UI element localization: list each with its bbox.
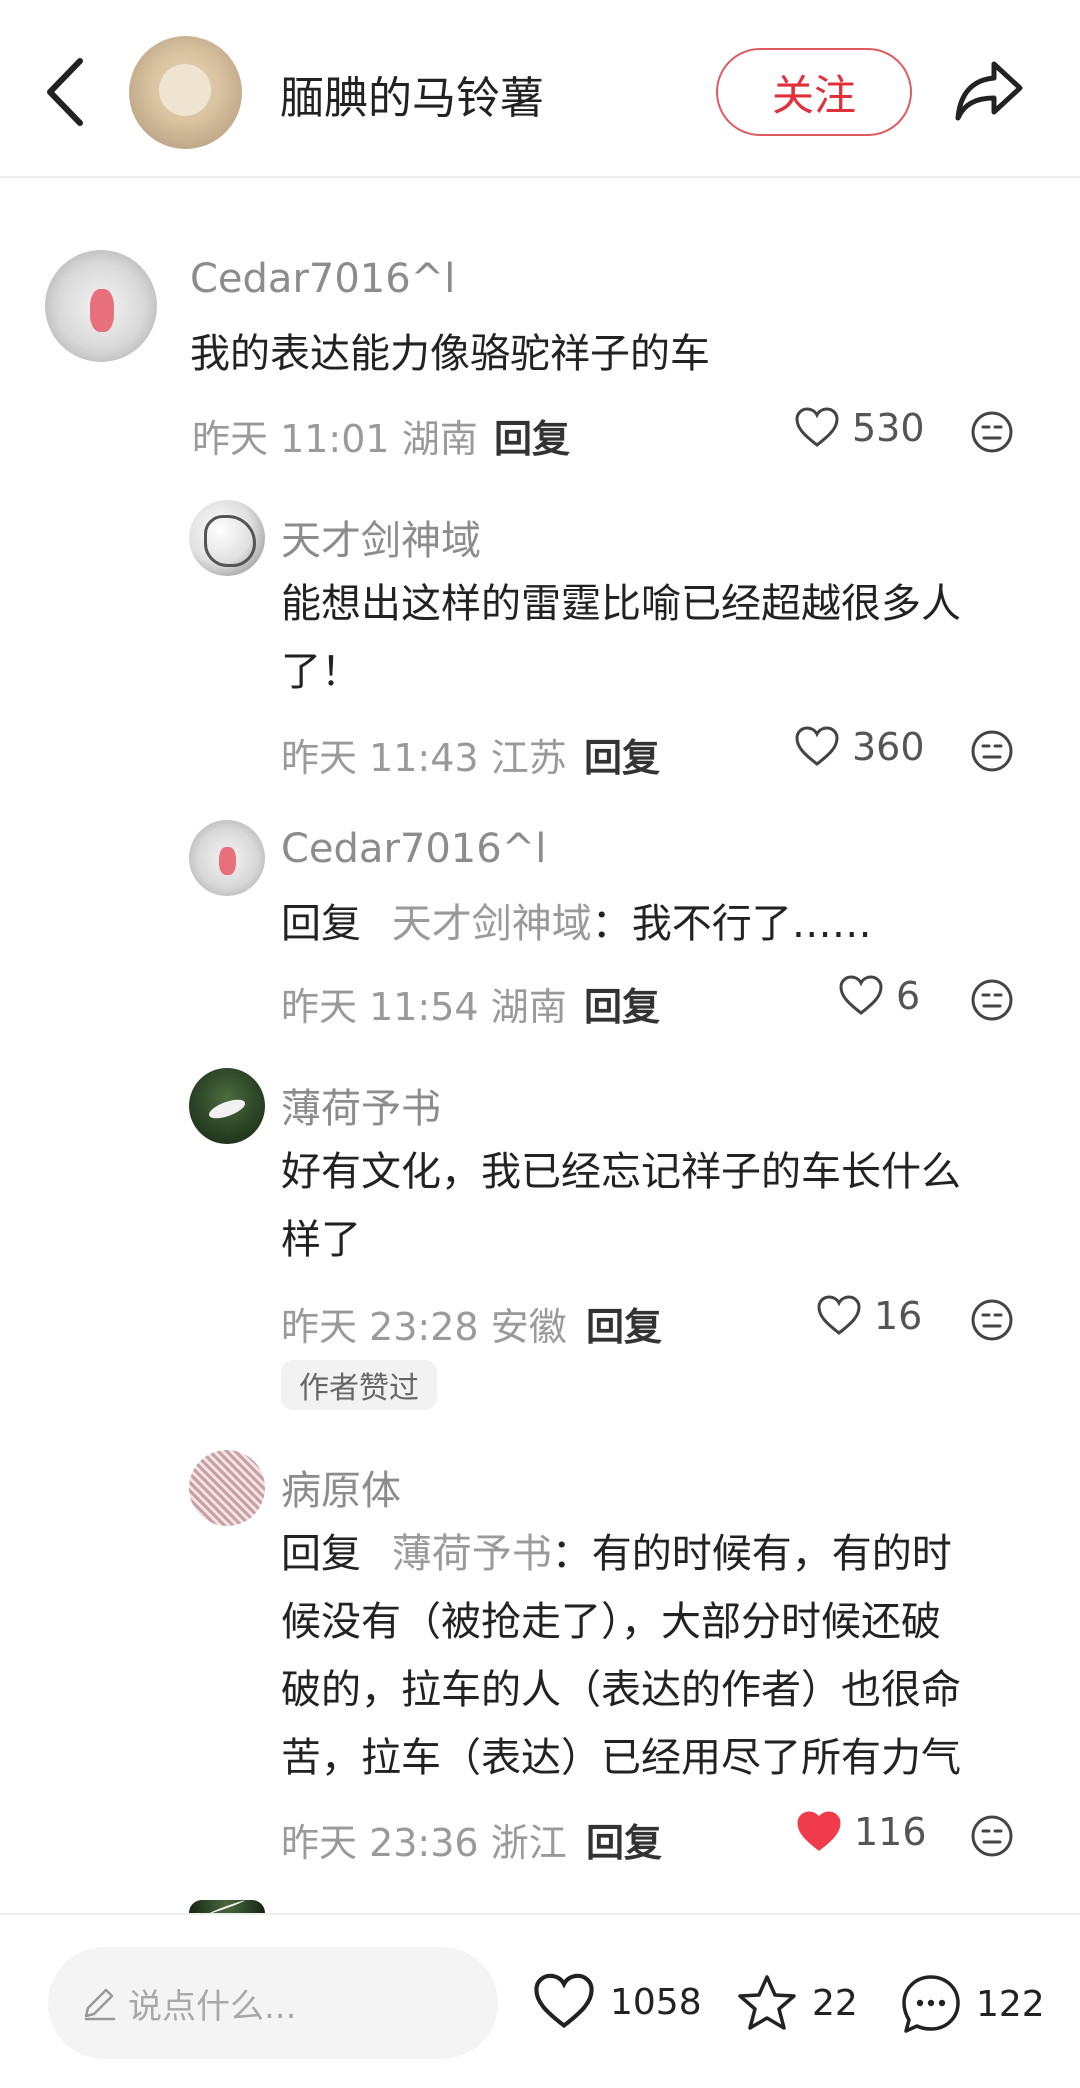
like-count: 6: [896, 974, 921, 1018]
comment-meta: 昨天 23:36 浙江: [281, 1812, 567, 1867]
like-button[interactable]: 6: [838, 974, 920, 1018]
comment-time: 昨天 23:28: [281, 1305, 479, 1349]
comment-text-line: 苦，拉车（表达）已经用尽了所有力气: [281, 1735, 961, 1781]
commenter-name[interactable]: 薄荷予书: [281, 1076, 441, 1134]
like-count: 116: [854, 1810, 927, 1854]
reply-button[interactable]: 回复: [586, 1812, 662, 1867]
comment-location: 湖南: [490, 985, 567, 1029]
comment-location: 安徽: [490, 1305, 567, 1349]
reply-button[interactable]: 回复: [586, 1296, 662, 1351]
post-like-button[interactable]: 1058: [532, 1973, 702, 2031]
share-icon[interactable]: [954, 58, 1026, 124]
commenter-name[interactable]: Cedar7016^l: [190, 256, 455, 302]
reply-prefix: 回复: [281, 901, 361, 947]
emoji-reaction-icon[interactable]: [970, 1298, 1014, 1342]
comment-time: 昨天 11:43: [281, 736, 479, 780]
comment-meta: 昨天 11:01 湖南: [192, 408, 478, 463]
comment-time: 昨天 11:54: [281, 985, 479, 1029]
post-like-count: 1058: [610, 1981, 702, 2023]
like-count: 530: [852, 406, 925, 450]
like-button[interactable]: 16: [816, 1294, 922, 1338]
pencil-icon: [84, 1988, 116, 2021]
emoji-reaction-icon[interactable]: [970, 978, 1014, 1022]
emoji-reaction-icon[interactable]: [970, 1814, 1014, 1858]
back-arrow-icon[interactable]: [40, 55, 92, 130]
like-button[interactable]: 116: [796, 1810, 927, 1854]
comment-meta: 昨天 11:54 湖南: [281, 976, 567, 1031]
bottom-action-bar: 说点什么... 1058 22 122: [0, 1913, 1080, 2088]
heart-icon: [534, 1973, 594, 2029]
comment-text[interactable]: 回复 薄荷予书：有的时候有，有的时 候没有（被抢走了），大部分时候还破 破的，拉…: [281, 1520, 961, 1792]
comment-text[interactable]: 能想出这样的雷霆比喻已经超越很多人 了！: [281, 570, 961, 706]
favorite-button[interactable]: 22: [736, 1973, 858, 2033]
comment-count-button[interactable]: 122: [900, 1973, 1045, 2035]
comment-text-line: 样了: [281, 1217, 361, 1263]
comment-text-line: 了！: [281, 649, 361, 695]
comment-bubble-icon: [902, 1975, 960, 2033]
like-button[interactable]: 360: [794, 725, 925, 769]
comment-count: 122: [976, 1983, 1045, 2025]
heart-icon: [839, 975, 883, 1015]
reply-target-name[interactable]: 天才剑神域: [392, 901, 592, 947]
comment-meta: 昨天 23:28 安徽: [281, 1296, 567, 1351]
avatar[interactable]: [189, 1068, 265, 1144]
like-button[interactable]: 530: [794, 406, 925, 450]
top-bar: 腼腆的马铃薯 关注: [0, 0, 1080, 178]
reply-target-name[interactable]: 薄荷予书: [392, 1531, 552, 1577]
comment-text-line: 能想出这样的雷霆比喻已经超越很多人: [281, 581, 961, 627]
author-liked-badge: 作者赞过: [281, 1360, 437, 1410]
avatar[interactable]: [189, 1450, 265, 1526]
avatar[interactable]: [189, 500, 265, 576]
commenter-name[interactable]: 病原体: [281, 1458, 401, 1516]
comment-text-line: 好有文化，我已经忘记祥子的车长什么: [281, 1149, 961, 1195]
comment-location: 湖南: [401, 417, 478, 461]
reply-button[interactable]: 回复: [584, 976, 660, 1031]
reply-button[interactable]: 回复: [584, 727, 660, 782]
comment-input[interactable]: 说点什么...: [48, 1947, 498, 2059]
emoji-reaction-icon[interactable]: [970, 410, 1014, 454]
avatar[interactable]: [45, 250, 157, 362]
comment-time: 昨天 23:36: [281, 1821, 479, 1865]
comment-text-line: 回复 薄荷予书：有的时候有，有的时: [281, 1520, 961, 1588]
favorite-count: 22: [812, 1982, 858, 2024]
comment-text[interactable]: 我的表达能力像骆驼祥子的车: [190, 320, 710, 388]
star-icon: [738, 1975, 796, 2030]
comment-input-placeholder: 说点什么...: [128, 1986, 297, 2027]
reply-prefix: 回复: [281, 1531, 361, 1577]
comment-text-line: 候没有（被抢走了），大部分时候还破: [281, 1599, 941, 1645]
comment-location: 浙江: [490, 1821, 567, 1865]
comment-text[interactable]: 回复 天才剑神域：我不行了……: [281, 890, 872, 958]
commenter-name[interactable]: 天才剑神域: [281, 508, 481, 566]
author-avatar[interactable]: [129, 36, 242, 149]
heart-icon: [817, 1295, 861, 1335]
author-name[interactable]: 腼腆的马铃薯: [280, 62, 544, 126]
comment-text[interactable]: 好有文化，我已经忘记祥子的车长什么 样了: [281, 1138, 961, 1274]
like-count: 360: [852, 725, 925, 769]
reply-body: ：有的时候有，有的时: [551, 1531, 952, 1577]
comment-text-line: 破的，拉车的人（表达的作者）也很命: [281, 1667, 961, 1713]
heart-icon: [795, 407, 839, 447]
emoji-reaction-icon[interactable]: [970, 729, 1014, 773]
heart-icon: [795, 726, 839, 766]
comment-meta: 昨天 11:43 江苏: [281, 727, 567, 782]
like-count: 16: [874, 1294, 923, 1338]
comment-time: 昨天 11:01: [192, 417, 390, 461]
reply-button[interactable]: 回复: [494, 408, 570, 463]
follow-button[interactable]: 关注: [716, 48, 912, 136]
reply-body: ：我不行了……: [591, 901, 872, 947]
comment-location: 江苏: [490, 736, 567, 780]
avatar[interactable]: [189, 1900, 265, 1913]
heart-filled-icon: [797, 1811, 841, 1851]
avatar[interactable]: [189, 820, 265, 896]
commenter-name[interactable]: Cedar7016^l: [281, 826, 546, 872]
